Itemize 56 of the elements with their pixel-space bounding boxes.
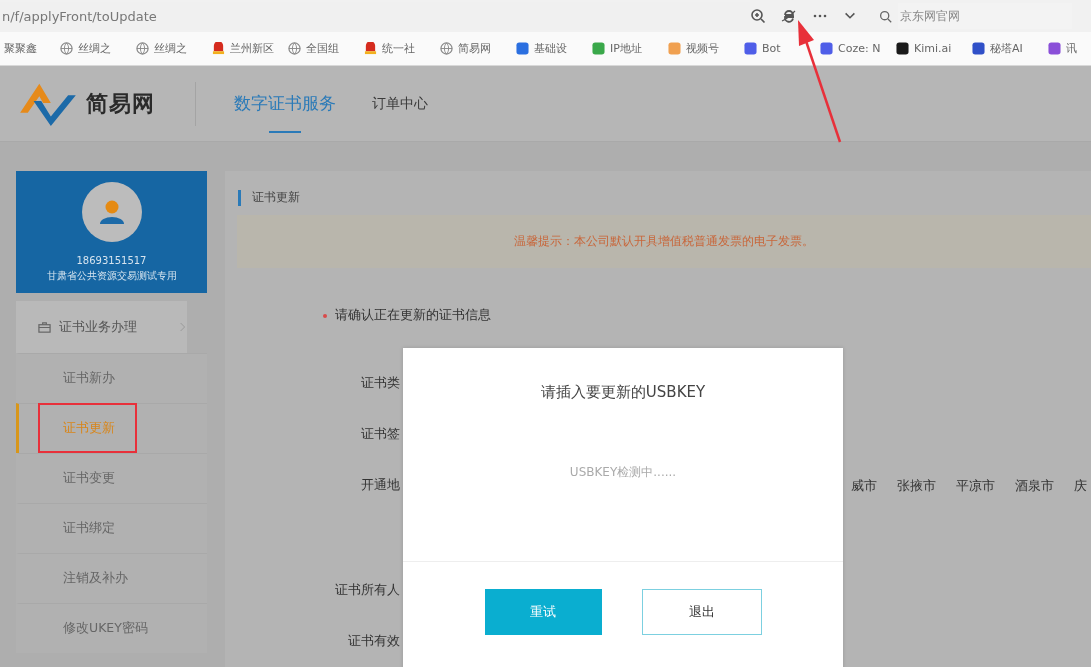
field-label: 证书类 [360,375,400,392]
nav-tab[interactable]: 订单中心 [372,66,428,141]
globe-icon [136,42,149,55]
region-name: 庆 [1074,476,1087,495]
exit-button[interactable]: 退出 [641,589,762,635]
emblem-icon [212,42,225,55]
globe-icon [288,42,301,55]
section-heading: 请确认正在更新的证书信息 [335,307,491,324]
bookmark-link[interactable]: Coze: N [838,42,881,55]
bookmark-link[interactable]: 秘塔AI [990,41,1023,56]
field-label: 证书所有人 [334,582,400,599]
bookmark-icon [668,42,681,55]
bookmark-icon [972,42,985,55]
bookmark-link[interactable]: 视频号 [686,41,719,56]
zoom-icon[interactable] [750,8,766,24]
bookmark-link[interactable]: 统一社 [382,41,415,56]
bookmark-icon [744,42,757,55]
field-label: 证书签 [360,426,400,443]
sidebar-group[interactable]: 证书业务办理 [16,301,187,353]
field-label: 证书有效 [347,633,400,650]
bookmark-icon [1048,42,1061,55]
globe-icon [440,42,453,55]
organization-name: 甘肃省公共资源交易测试专用 [46,270,177,283]
globe-icon [60,42,73,55]
panel-title: 证书更新 [252,189,300,207]
bookmark-link[interactable]: Kimi.ai [914,42,952,55]
bookmark-link[interactable]: 兰州新区 [230,41,274,56]
bookmark-link[interactable]: 聚聚鑫 [4,41,37,56]
field-label: 开通地 [360,477,400,494]
bookmark-link[interactable]: 丝绸之 [78,41,111,56]
phone-number: 18693151517 [76,255,147,266]
sidebar-group-label: 证书业务办理 [59,318,138,336]
bookmark-icon [820,42,833,55]
bookmark-link[interactable]: 全国组 [306,41,339,56]
region-name: 张掖市 [897,476,936,495]
region-name: 酒泉市 [1015,476,1054,495]
emblem-icon [364,42,377,55]
logo-text: 简易网 [86,89,155,118]
bookmark-link[interactable]: IP地址 [610,41,642,56]
bookmark-icon [516,42,529,55]
bookmark-link[interactable]: 讯 [1066,41,1077,56]
bookmark-link[interactable]: 基础设 [534,41,567,56]
status-message: USBKEY检测中...... [569,464,677,481]
briefcase-icon [38,320,51,334]
required-dot-icon [323,313,327,318]
title-accent-bar [238,189,241,206]
bookmark-icon [896,42,909,55]
bookmark-link[interactable]: Bot [762,42,781,55]
bookmark-link[interactable]: 简易网 [458,41,491,56]
bookmark-link[interactable]: 丝绸之 [154,41,187,56]
region-name: 平凉市 [956,476,995,495]
notice-text: 温馨提示：本公司默认开具增值税普通发票的电子发票。 [514,233,814,251]
search-icon [879,9,892,23]
bookmark-icon [592,42,605,55]
region-name: 威市 [851,476,877,495]
dialog-title: 请插入要更新的USBKEY [540,383,706,402]
